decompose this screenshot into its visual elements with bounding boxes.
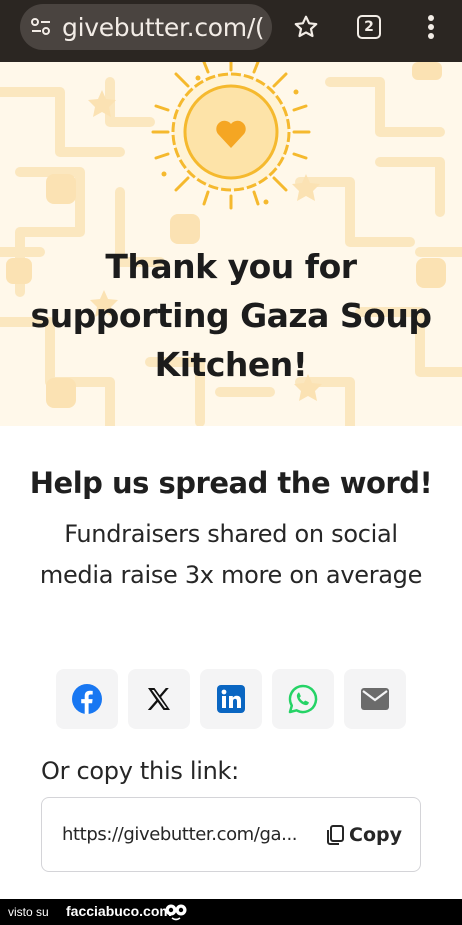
- browser-menu-button[interactable]: [414, 10, 448, 44]
- watermark-bar: visto su facciabuco.com: [0, 899, 462, 925]
- thank-you-banner: Thank you for supporting Gaza Soup Kitch…: [0, 62, 462, 426]
- bookmark-star-button[interactable]: [289, 10, 323, 44]
- copy-button-label: Copy: [349, 824, 402, 846]
- tab-count: 2: [357, 15, 381, 39]
- share-whatsapp-button[interactable]: [272, 669, 334, 729]
- watermark-brand: facciabuco.com: [66, 903, 172, 919]
- share-url[interactable]: https://givebutter.com/ga...: [62, 824, 298, 845]
- url-text[interactable]: givebutter.com/(: [62, 13, 265, 42]
- spread-heading: Help us spread the word!: [29, 466, 433, 500]
- tab-switcher-button[interactable]: 2: [352, 10, 386, 44]
- copy-link-field[interactable]: https://givebutter.com/ga... Copy: [41, 797, 421, 872]
- address-bar[interactable]: givebutter.com/(: [20, 4, 272, 50]
- copy-button[interactable]: Copy: [325, 820, 402, 850]
- share-linkedin-button[interactable]: [200, 669, 262, 729]
- share-buttons: [56, 669, 406, 729]
- page-title: Thank you for supporting Gaza Soup Kitch…: [30, 247, 432, 384]
- whatsapp-icon: [288, 684, 318, 714]
- linkedin-icon: [217, 685, 245, 713]
- star-icon: [294, 15, 318, 38]
- copy-icon: [327, 825, 344, 845]
- site-settings-icon[interactable]: [30, 17, 52, 37]
- share-x-button[interactable]: [128, 669, 190, 729]
- share-email-button[interactable]: [344, 669, 406, 729]
- watermark-visto: visto su: [8, 905, 49, 919]
- watermark-face-icon: [165, 904, 187, 921]
- more-vert-icon: [428, 15, 434, 39]
- spread-description: Fundraisers shared on social media raise…: [39, 520, 423, 589]
- browser-toolbar: givebutter.com/( 2: [0, 0, 462, 62]
- sun-heart-illustration: [151, 62, 311, 210]
- copy-link-label: Or copy this link:: [41, 757, 239, 785]
- x-icon: [147, 688, 170, 710]
- facebook-icon: [72, 684, 102, 714]
- share-facebook-button[interactable]: [56, 669, 118, 729]
- email-icon: [361, 688, 389, 710]
